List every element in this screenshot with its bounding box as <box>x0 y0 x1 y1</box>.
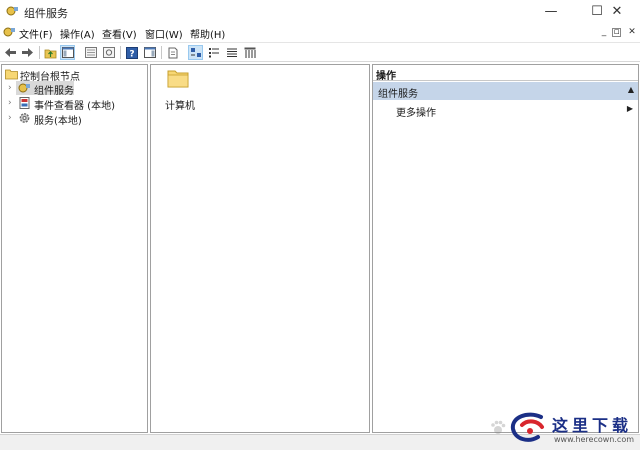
show-hide-tree-button[interactable] <box>60 45 75 60</box>
properties-icon <box>84 47 97 58</box>
small-icons-view-icon <box>208 48 219 58</box>
component-services-icon <box>6 6 18 16</box>
actions-header: 操作 <box>373 65 638 82</box>
menu-window[interactable]: 窗口(W) <box>145 26 183 41</box>
paw-watermark-icon <box>491 420 506 434</box>
menu-help[interactable]: 帮助(H) <box>190 26 225 41</box>
folder-icon <box>167 70 189 88</box>
site-watermark: 这里下载 www.herecown.com <box>508 408 638 448</box>
back-arrow-icon <box>5 48 16 57</box>
tree-item-console-root[interactable]: 控制台根节点 <box>2 67 147 83</box>
actions-pane: 操作 组件服务 ▲ 更多操作 ▶ <box>372 64 639 433</box>
show-tree-icon <box>61 47 74 58</box>
forward-button[interactable] <box>20 45 35 60</box>
toolbar-separator <box>161 46 162 59</box>
component-services-icon <box>18 83 30 93</box>
toolbar: ? <box>0 42 640 62</box>
list-item-label: 计算机 <box>165 101 195 112</box>
help-button[interactable]: ? <box>124 45 139 60</box>
large-icons-view-icon <box>190 48 201 57</box>
expand-chevron-icon[interactable]: › <box>8 112 16 124</box>
export-list-icon <box>168 47 177 58</box>
title-bar: 组件服务 — ☐ ✕ <box>0 0 640 22</box>
minimize-button[interactable]: — <box>528 0 574 22</box>
mdi-restore-button[interactable]: ▫ <box>612 28 621 37</box>
forward-arrow-icon <box>22 48 33 57</box>
menu-bar: 文件(F) 操作(A) 查看(V) 窗口(W) 帮助(H) _ ▫ ✕ <box>0 22 640 42</box>
tree-item-label: 组件服务 <box>34 86 74 97</box>
menu-view[interactable]: 查看(V) <box>102 26 137 41</box>
action-more-actions[interactable]: 更多操作 ▶ <box>373 102 638 119</box>
export-list-button[interactable] <box>165 45 180 60</box>
mdi-close-button[interactable]: ✕ <box>626 27 638 38</box>
submenu-arrow-icon: ▶ <box>626 104 633 113</box>
actions-section-label: 组件服务 <box>378 89 418 100</box>
folder-icon <box>5 69 18 80</box>
tree-item-label: 事件查看器 (本地) <box>34 101 115 112</box>
show-action-pane-icon <box>143 47 156 58</box>
services-gear-icon <box>19 113 30 123</box>
close-button[interactable]: ✕ <box>594 0 640 22</box>
refresh-button[interactable] <box>101 45 116 60</box>
event-viewer-icon <box>19 97 30 109</box>
large-icons-view-button[interactable] <box>188 45 203 60</box>
show-hide-action-pane-button[interactable] <box>142 45 157 60</box>
menu-file[interactable]: 文件(F) <box>19 26 53 41</box>
tree-item-event-viewer[interactable]: › 事件查看器 (本地) <box>2 96 147 112</box>
console-tree-pane[interactable]: 控制台根节点 › 组件服务 › 事件查看器 (本地) › 服务(本地) <box>1 64 148 433</box>
back-button[interactable] <box>3 45 18 60</box>
tree-item-services-local[interactable]: › 服务(本地) <box>2 111 147 127</box>
up-one-level-button[interactable] <box>43 45 58 60</box>
toolbar-separator <box>39 46 40 59</box>
help-icon: ? <box>125 46 138 59</box>
refresh-icon <box>102 47 115 58</box>
action-label: 更多操作 <box>396 108 436 119</box>
tree-item-label: 服务(本地) <box>34 116 82 127</box>
small-icons-view-button[interactable] <box>206 45 221 60</box>
list-view-icon <box>226 48 237 57</box>
svg-text:?: ? <box>129 49 134 59</box>
tree-item-component-services[interactable]: › 组件服务 <box>2 81 147 97</box>
up-folder-icon <box>44 49 57 58</box>
menu-action[interactable]: 操作(A) <box>60 26 95 41</box>
actions-header-label: 操作 <box>376 71 396 82</box>
document-system-menu-icon[interactable] <box>3 26 16 38</box>
watermark-url: www.herecown.com <box>554 435 634 444</box>
watermark-title: 这里下载 <box>552 416 633 435</box>
details-view-icon <box>244 47 255 58</box>
properties-button[interactable] <box>83 45 98 60</box>
details-view-button[interactable] <box>242 45 257 60</box>
collapse-triangle-icon[interactable]: ▲ <box>628 85 634 94</box>
window-title: 组件服务 <box>24 7 68 20</box>
result-pane[interactable]: 计算机 <box>150 64 370 433</box>
toolbar-separator <box>120 46 121 59</box>
list-view-button[interactable] <box>224 45 239 60</box>
actions-section-component-services[interactable]: 组件服务 ▲ <box>373 82 638 100</box>
site-logo-icon <box>510 412 544 442</box>
expand-chevron-icon[interactable]: › <box>8 82 16 94</box>
expand-chevron-icon[interactable]: › <box>8 97 16 109</box>
mdi-minimize-button[interactable]: _ <box>598 27 610 38</box>
